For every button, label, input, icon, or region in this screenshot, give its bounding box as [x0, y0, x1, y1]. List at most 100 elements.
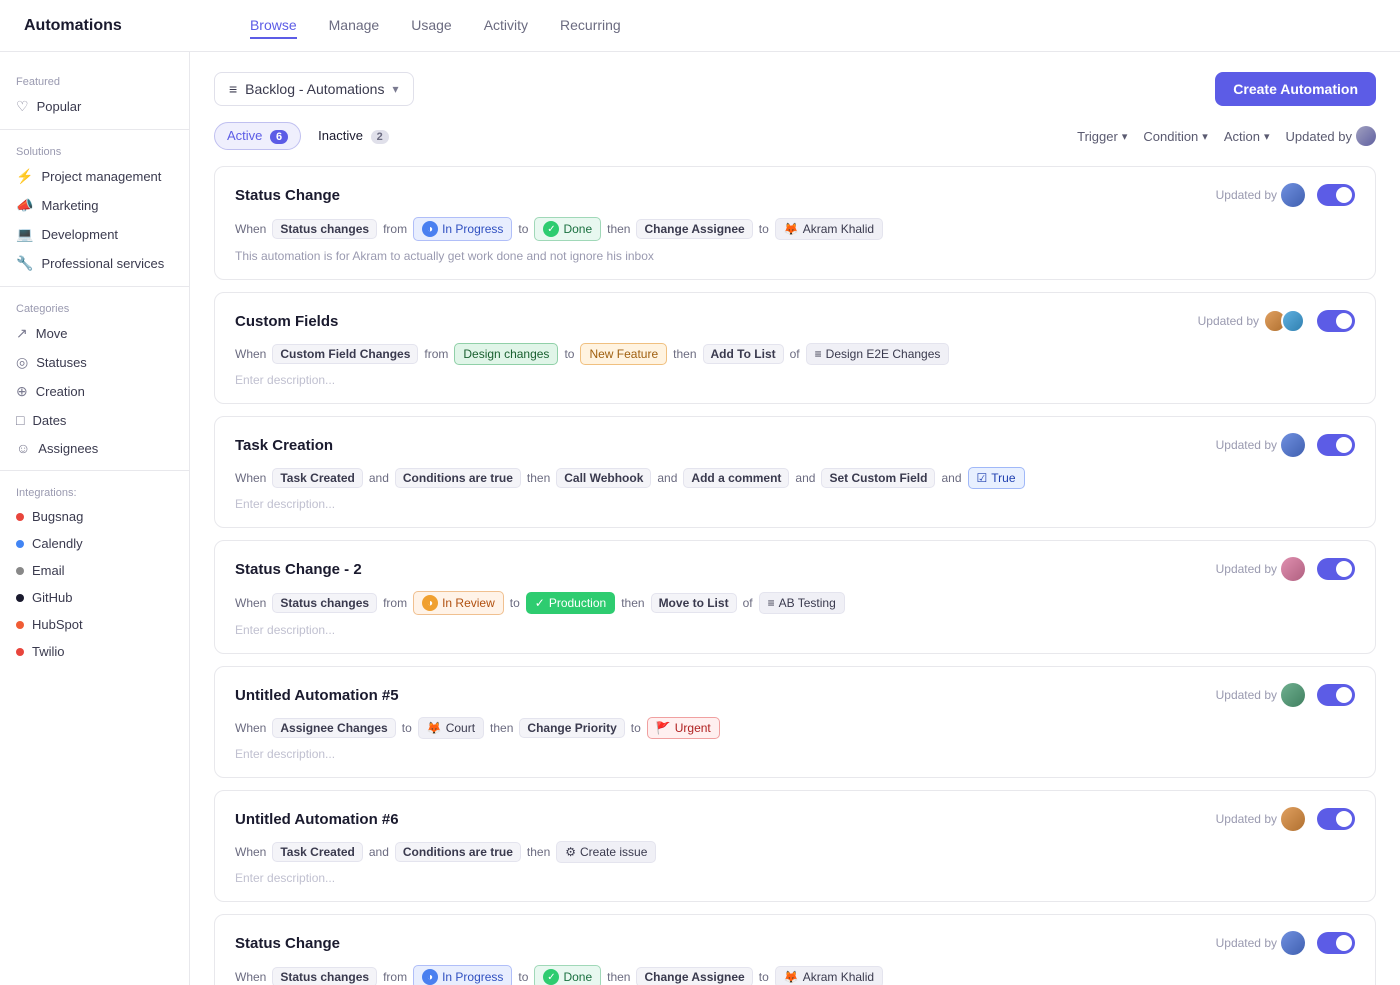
tab-active[interactable]: Active 6 — [214, 122, 301, 150]
sidebar-item-popular[interactable]: ♡ Popular — [0, 92, 189, 121]
app-title: Automations — [24, 17, 122, 35]
status-green-icon-4: ✓ — [535, 596, 545, 610]
twilio-label: Twilio — [32, 644, 65, 659]
card-6-description: Enter description... — [235, 871, 1355, 885]
filter-controls: Trigger ▾ Condition ▾ Action ▾ Updated b… — [1077, 126, 1376, 146]
assignee-chip-7: 🦊 Akram Khalid — [775, 966, 883, 985]
sidebar-item-assignees[interactable]: ☺ Assignees — [0, 434, 189, 462]
top-bar: Automations Browse Manage Usage Activity… — [0, 0, 1400, 52]
assignee-emoji-1: 🦊 — [784, 222, 799, 236]
sidebar-item-development[interactable]: 💻 Development — [0, 220, 189, 249]
sidebar-item-calendly[interactable]: Calendly — [0, 530, 189, 557]
card-3-toggle[interactable] — [1317, 434, 1355, 456]
app-wrapper: Automations Browse Manage Usage Activity… — [0, 0, 1400, 985]
sidebar-move-label: Move — [36, 326, 68, 341]
card-6-avatar — [1281, 807, 1305, 831]
card-7-title: Status Change — [235, 935, 340, 952]
tab-manage[interactable]: Manage — [329, 13, 380, 39]
trigger-chip-1: Status changes — [272, 219, 377, 239]
tab-inactive[interactable]: Inactive 2 — [305, 122, 402, 150]
automation-card-6: Untitled Automation #6 Updated by When — [214, 790, 1376, 902]
sidebar-item-move[interactable]: ↗ Move — [0, 319, 189, 348]
bugsnag-dot — [16, 513, 24, 521]
hubspot-label: HubSpot — [32, 617, 83, 632]
sidebar-item-github[interactable]: GitHub — [0, 584, 189, 611]
card-7-updated-by: Updated by — [1216, 931, 1305, 955]
marketing-icon: 📣 — [16, 197, 33, 214]
from-word-1: from — [383, 222, 407, 236]
tab-activity[interactable]: Activity — [484, 13, 528, 39]
sidebar-item-email[interactable]: Email — [0, 557, 189, 584]
sidebar-item-twilio[interactable]: Twilio — [0, 638, 189, 665]
card-7-toggle[interactable] — [1317, 932, 1355, 954]
and-word-6: and — [369, 845, 389, 859]
updated-by-avatar — [1356, 126, 1376, 146]
trigger-label: Trigger — [1077, 129, 1118, 144]
action-chip-2: Add To List — [703, 344, 784, 364]
then-word-7: then — [607, 970, 630, 984]
tab-recurring[interactable]: Recurring — [560, 13, 621, 39]
sidebar-item-dates[interactable]: □ Dates — [0, 406, 189, 434]
sidebar-item-bugsnag[interactable]: Bugsnag — [0, 503, 189, 530]
inactive-count: 2 — [371, 130, 389, 144]
sidebar-item-professional-services[interactable]: 🔧 Professional services — [0, 249, 189, 278]
card-4-toggle[interactable] — [1317, 558, 1355, 580]
list-selector[interactable]: ≡ Backlog - Automations ▾ — [214, 72, 414, 106]
chevron-down-icon: ▾ — [392, 82, 398, 96]
to2-word-1: to — [759, 222, 769, 236]
automation-card-3: Task Creation Updated by When — [214, 416, 1376, 528]
action-filter[interactable]: Action ▾ — [1224, 129, 1270, 144]
card-2-title: Custom Fields — [235, 313, 338, 330]
create-automation-button[interactable]: Create Automation — [1215, 72, 1376, 106]
to-word-4: to — [510, 596, 520, 610]
twilio-dot — [16, 648, 24, 656]
trigger-filter[interactable]: Trigger ▾ — [1077, 129, 1127, 144]
tab-usage[interactable]: Usage — [411, 13, 451, 39]
to-field-2: New Feature — [580, 343, 667, 365]
card-1-toggle[interactable] — [1317, 184, 1355, 206]
move-icon: ↗ — [16, 325, 28, 342]
card-1-title: Status Change — [235, 187, 340, 204]
to-status-1: ✓ Done — [534, 217, 601, 241]
sidebar-creation-label: Creation — [36, 384, 85, 399]
sidebar-categories-label: Categories — [0, 295, 189, 319]
sidebar-item-creation[interactable]: ⊕ Creation — [0, 377, 189, 406]
updated-by-text-1: Updated by — [1216, 188, 1277, 202]
condition-label: Condition — [1143, 129, 1198, 144]
card-6-updated-by: Updated by — [1216, 807, 1305, 831]
card-5-updated-by: Updated by — [1216, 683, 1305, 707]
card-3-description: Enter description... — [235, 497, 1355, 511]
then-word-2: then — [673, 347, 696, 361]
status-green-icon-1: ✓ — [543, 221, 559, 237]
creation-icon: ⊕ — [16, 383, 28, 400]
trigger-chevron-icon: ▾ — [1122, 130, 1128, 143]
to2-word-7: to — [759, 970, 769, 984]
updated-by-filter[interactable]: Updated by — [1286, 126, 1377, 146]
sidebar-featured-label: Featured — [0, 68, 189, 92]
calendly-dot — [16, 540, 24, 548]
tab-browse[interactable]: Browse — [250, 13, 297, 39]
and3-word-3: and — [795, 471, 815, 485]
to-word-5: to — [402, 721, 412, 735]
automation-card-1: Status Change Updated by When — [214, 166, 1376, 280]
sidebar-popular-label: Popular — [37, 99, 82, 114]
professional-icon: 🔧 — [16, 255, 33, 272]
github-label: GitHub — [32, 590, 72, 605]
card-6-toggle[interactable] — [1317, 808, 1355, 830]
updated-by-text-2: Updated by — [1198, 314, 1259, 328]
to2-word-5: to — [631, 721, 641, 735]
card-6-body: When Task Created and Conditions are tru… — [235, 841, 1355, 863]
sidebar-integrations-label: Integrations: — [0, 479, 189, 503]
sidebar-item-marketing[interactable]: 📣 Marketing — [0, 191, 189, 220]
condition-filter[interactable]: Condition ▾ — [1143, 129, 1207, 144]
sidebar-item-project-management[interactable]: ⚡ Project management — [0, 162, 189, 191]
action-chip-3c: Set Custom Field — [821, 468, 935, 488]
action-chip-6: ⚙ Create issue — [556, 841, 656, 863]
updated-by-text-3: Updated by — [1216, 438, 1277, 452]
sidebar-item-statuses[interactable]: ◎ Statuses — [0, 348, 189, 377]
sidebar-dates-label: Dates — [32, 413, 66, 428]
sidebar-item-hubspot[interactable]: HubSpot — [0, 611, 189, 638]
card-1-header: Status Change Updated by — [235, 183, 1355, 207]
card-2-toggle[interactable] — [1317, 310, 1355, 332]
card-5-toggle[interactable] — [1317, 684, 1355, 706]
